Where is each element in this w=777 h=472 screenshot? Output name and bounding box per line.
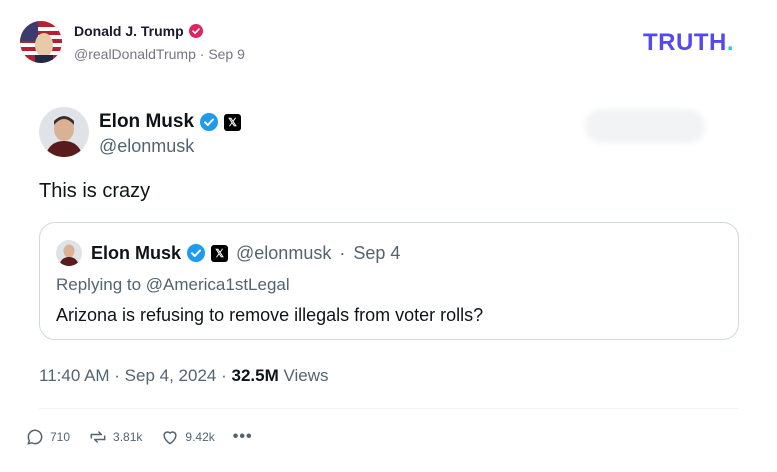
views-count: 32.5M: [231, 366, 279, 385]
truth-post-date[interactable]: Sep 9: [208, 46, 245, 62]
retruth-icon: [90, 431, 106, 443]
reply-button[interactable]: 710: [25, 427, 70, 447]
like-count: 9.42k: [185, 430, 215, 444]
tweet-timestamp: 11:40 AM · Sep 4, 2024 ·: [39, 366, 232, 385]
meta-separator: ·: [339, 242, 346, 263]
quoted-tweet-body: Arizona is refusing to remove illegals f…: [56, 305, 484, 325]
truth-logo-text: TRUTH: [643, 29, 727, 56]
quoted-date: Sep 4: [353, 242, 401, 263]
blue-check-icon: [187, 244, 206, 262]
reply-icon: [27, 429, 43, 445]
views-label: Views: [278, 366, 329, 385]
blurred-follow-button: [585, 109, 705, 143]
quoted-author-avatar: [56, 240, 82, 266]
tweet-author-name[interactable]: Elon Musk: [99, 111, 194, 133]
heart-icon: [163, 431, 177, 445]
action-bar: 710 3.81k 9.42k •••: [25, 427, 253, 447]
truth-logo-dot: .: [726, 29, 734, 56]
truth-post-header: Donald J. Trump @realDonaldTrump · Sep 9…: [0, 0, 777, 80]
like-button[interactable]: 9.42k: [160, 427, 215, 447]
quoted-author-name: Elon Musk: [91, 242, 182, 263]
tweet-author-handle[interactable]: @elonmusk: [99, 136, 194, 157]
verified-badge-icon: [188, 24, 203, 38]
quoted-author-handle: @elonmusk: [236, 242, 332, 263]
retruth-count: 3.81k: [113, 430, 143, 444]
musk-avatar[interactable]: [39, 107, 89, 157]
trump-avatar[interactable]: [20, 21, 62, 63]
more-options-button[interactable]: •••: [233, 428, 253, 446]
divider: [39, 408, 739, 409]
truth-author-handle[interactable]: @realDonaldTrump: [74, 46, 196, 62]
truth-author-meta: @realDonaldTrump · Sep 9: [74, 46, 245, 62]
tweet-timestamp-views: 11:40 AM · Sep 4, 2024 · 32.5M Views: [39, 366, 329, 386]
x-affiliation-icon: 𝕏: [224, 113, 242, 131]
x-affiliation-icon: 𝕏: [211, 244, 229, 262]
embedded-tweet: Elon Musk 𝕏 @elonmusk This is crazy Elon…: [0, 95, 777, 472]
retruth-button[interactable]: 3.81k: [88, 427, 142, 447]
tweet-body: This is crazy: [39, 180, 151, 202]
quoted-tweet[interactable]: Elon Musk 𝕏 @elonmusk · Sep 4 Replying t…: [39, 222, 739, 340]
blue-check-icon: [200, 113, 219, 131]
reply-count: 710: [50, 430, 71, 444]
truth-author-name[interactable]: Donald J. Trump: [74, 23, 184, 39]
quoted-replying-to: Replying to @America1stLegal: [56, 275, 290, 294]
truth-social-logo[interactable]: TRUTH.: [643, 29, 734, 57]
